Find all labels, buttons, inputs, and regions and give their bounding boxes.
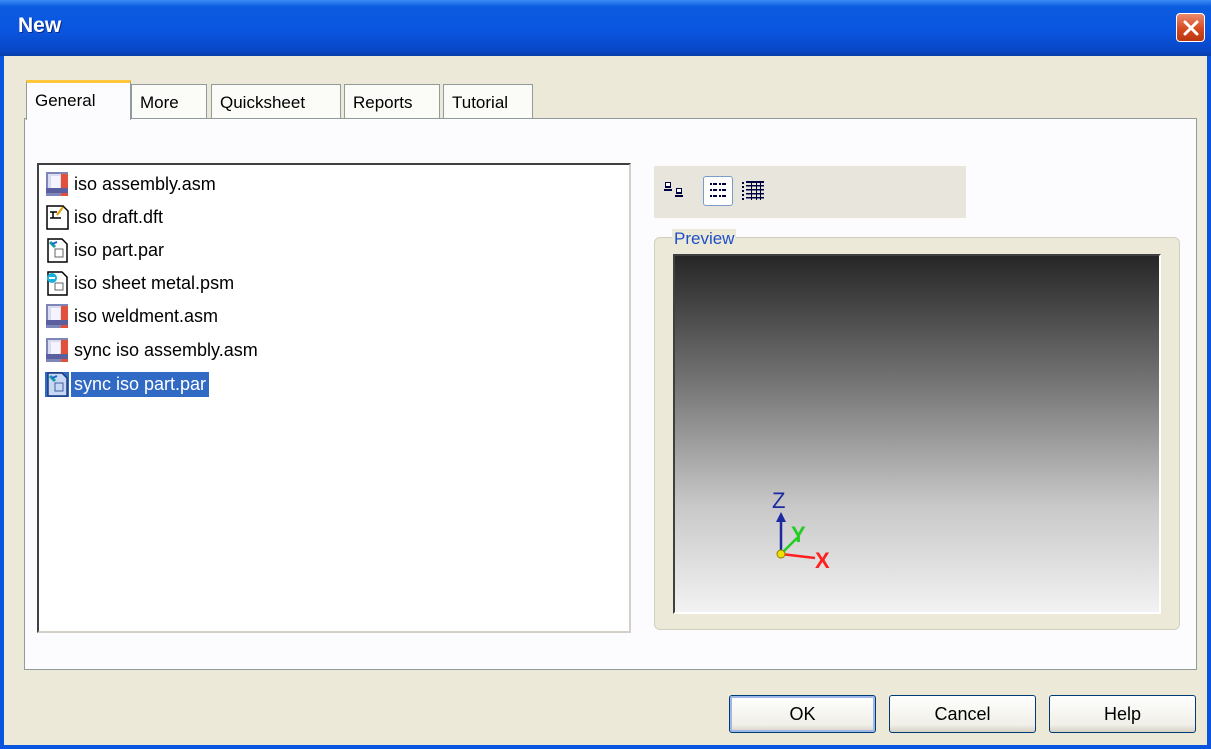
axis-z-label: Z <box>772 488 785 513</box>
assembly-file-icon <box>43 170 71 198</box>
sheet-metal-file-icon <box>43 269 71 297</box>
list-item[interactable]: sync iso part.par <box>43 369 210 399</box>
preview-area: Z Y X <box>673 254 1161 614</box>
tab-general[interactable]: General <box>26 80 131 120</box>
list-item[interactable]: iso sheet metal.psm <box>43 268 237 298</box>
cancel-label: Cancel <box>934 703 991 724</box>
assembly-file-icon <box>43 302 71 330</box>
tab-label: More <box>140 93 179 112</box>
draft-file-icon <box>43 203 71 231</box>
list-item[interactable]: iso weldment.asm <box>43 301 221 331</box>
axis-x-label: X <box>815 548 830 573</box>
tab-reports[interactable]: Reports <box>344 84 440 118</box>
tab-quicksheet[interactable]: Quicksheet <box>211 84 341 118</box>
list-view-button[interactable] <box>703 176 733 206</box>
preview-label: Preview <box>672 229 737 249</box>
ok-button[interactable]: OK <box>729 695 876 733</box>
ok-label: OK <box>789 703 816 724</box>
cancel-button[interactable]: Cancel <box>889 695 1036 733</box>
view-mode-toolbar <box>654 166 966 218</box>
list-item[interactable]: iso part.par <box>43 235 167 265</box>
tab-label: Quicksheet <box>220 93 306 112</box>
file-name: iso weldment.asm <box>74 305 219 326</box>
window-title: New <box>18 14 62 37</box>
part-file-icon <box>43 370 71 398</box>
title-bar[interactable]: New <box>0 0 1211 56</box>
large-icons-icon <box>664 182 683 197</box>
list-item[interactable]: iso assembly.asm <box>43 169 219 199</box>
new-dialog: New General More Quicksheet Reports Tuto… <box>0 0 1211 749</box>
tab-label: Reports <box>353 93 413 112</box>
close-icon <box>1183 20 1199 36</box>
list-item[interactable]: iso draft.dft <box>43 202 166 232</box>
part-file-icon <box>43 236 71 264</box>
file-name: iso sheet metal.psm <box>74 272 235 293</box>
help-button[interactable]: Help <box>1049 695 1196 733</box>
details-view-icon <box>742 181 764 200</box>
coordinate-axes-icon: Z Y X <box>772 488 830 573</box>
file-name: iso assembly.asm <box>74 173 216 194</box>
close-button[interactable] <box>1176 13 1205 42</box>
help-label: Help <box>1103 703 1142 724</box>
file-name: sync iso part.par <box>71 371 210 397</box>
assembly-file-icon <box>43 336 71 364</box>
file-name: sync iso assembly.asm <box>74 339 258 360</box>
list-item[interactable]: sync iso assembly.asm <box>43 335 261 365</box>
tab-label: Tutorial <box>452 93 509 112</box>
large-icons-view-button[interactable] <box>658 176 688 206</box>
file-name: iso draft.dft <box>74 206 164 227</box>
tab-label: General <box>35 91 96 110</box>
details-view-button[interactable] <box>738 176 768 206</box>
list-view-icon <box>710 183 726 197</box>
axis-y-label: Y <box>791 522 806 547</box>
tab-more[interactable]: More <box>131 84 207 118</box>
tab-tutorial[interactable]: Tutorial <box>443 84 533 118</box>
file-name: iso part.par <box>74 239 165 260</box>
template-file-list[interactable]: iso assembly.asm iso draft.dft iso part.… <box>37 163 631 633</box>
